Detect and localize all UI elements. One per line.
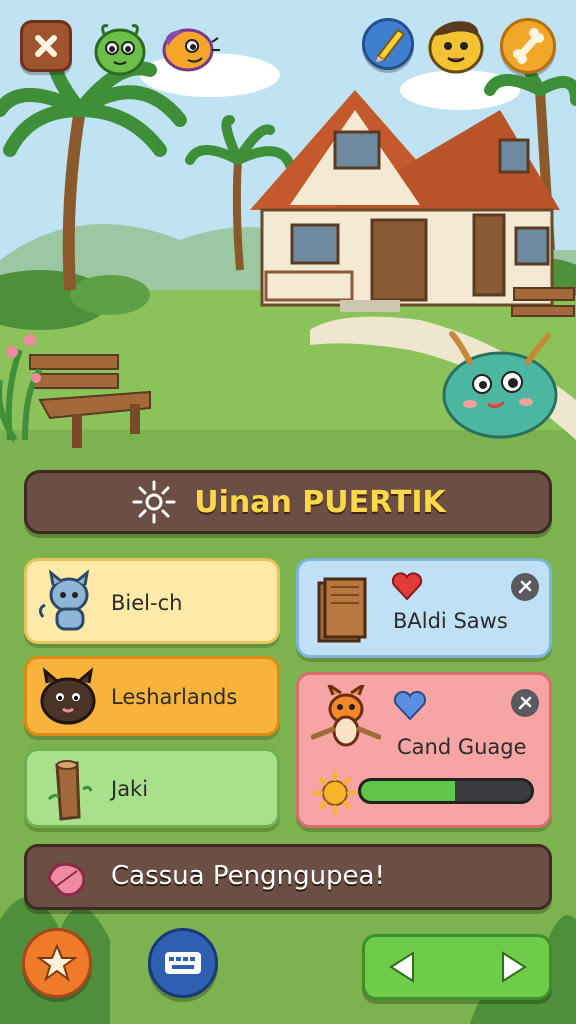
brown-ball-creature-icon <box>40 667 96 725</box>
blue-heart-icon <box>393 690 427 721</box>
navigation-buttons <box>362 934 552 1000</box>
close-x-icon <box>35 35 57 57</box>
fox-icon <box>311 685 381 747</box>
map-button[interactable] <box>362 18 414 70</box>
sun-icon <box>132 480 176 524</box>
pink-leaf-icon <box>47 862 86 897</box>
green-creature-avatar[interactable] <box>90 18 150 78</box>
title-banner: Uinan PUERTIK <box>24 470 552 534</box>
right-arrow-icon[interactable] <box>495 949 531 985</box>
left-arrow-icon[interactable] <box>385 949 421 985</box>
settings-icon <box>518 696 532 710</box>
purple-fish-avatar[interactable] <box>158 22 220 78</box>
message-text: Cassua Pengngupea! <box>111 861 385 891</box>
card-lesharlands[interactable]: Lesharlands <box>24 656 280 736</box>
card-label: BAldi Saws <box>393 609 508 633</box>
keyboard-button[interactable] <box>148 928 218 998</box>
achievements-button[interactable] <box>22 928 92 998</box>
card-biel-ch[interactable]: Biel-ch <box>24 558 280 644</box>
card-label: Cand Guage <box>397 735 527 759</box>
pencil-globe-icon <box>376 28 406 62</box>
star-badge-icon <box>37 943 77 982</box>
gauge-progress-fill <box>361 781 455 801</box>
green-creature-icon <box>94 24 146 76</box>
bone-icon <box>513 28 544 64</box>
card-label: Lesharlands <box>111 685 238 709</box>
purple-fish-icon <box>162 28 220 72</box>
heart-icon <box>391 572 423 601</box>
inventory-button[interactable] <box>500 18 556 74</box>
card-baldi-saws[interactable]: BAldi Saws <box>296 558 552 658</box>
back-button[interactable] <box>20 20 72 72</box>
card-jaki[interactable]: Jaki <box>24 748 280 828</box>
card-cand-guage[interactable]: Cand Guage <box>296 672 552 828</box>
card-label: Jaki <box>111 777 149 801</box>
settings-icon <box>518 580 532 594</box>
card-label: Biel-ch <box>111 591 183 615</box>
cat-icon <box>38 569 90 631</box>
sun-gear-icon <box>313 771 357 815</box>
buddy-avatar[interactable] <box>424 14 488 76</box>
card-settings-button[interactable] <box>511 689 539 717</box>
book-stack-icon <box>317 577 367 643</box>
yellow-buddy-icon <box>428 21 484 74</box>
log-icon <box>47 760 93 821</box>
keyboard-icon <box>165 952 201 974</box>
gauge-progress-bar <box>358 778 534 804</box>
message-banner[interactable]: Cassua Pengngupea! <box>24 844 552 910</box>
card-settings-button[interactable] <box>511 573 539 601</box>
page-title: Uinan PUERTIK <box>194 484 446 520</box>
